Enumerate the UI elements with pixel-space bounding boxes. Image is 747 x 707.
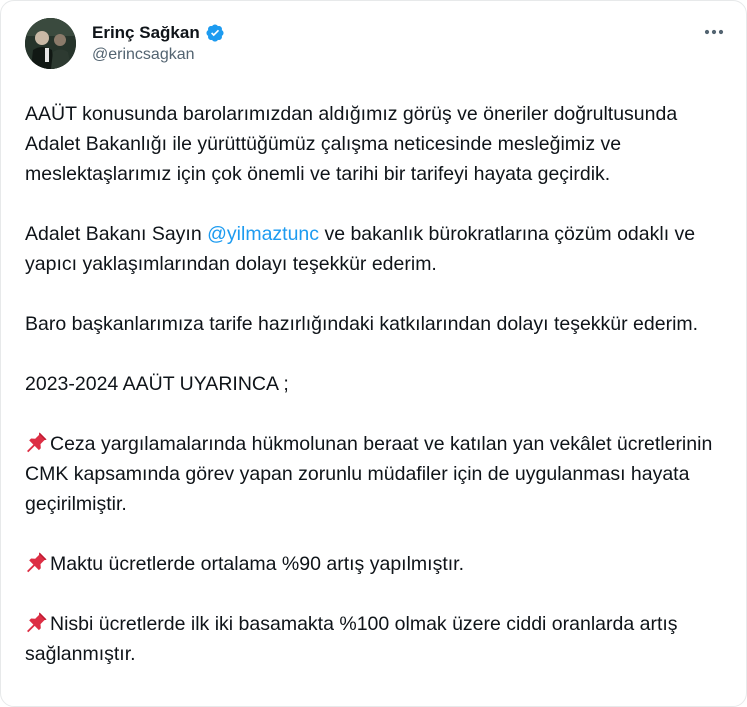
verified-badge-icon bbox=[205, 23, 225, 43]
author-info: Erinç Sağkan @erincsagkan bbox=[92, 22, 225, 64]
more-options-icon[interactable] bbox=[700, 22, 728, 42]
tweet-header: Erinç Sağkan @erincsagkan bbox=[25, 18, 732, 74]
avatar[interactable] bbox=[25, 18, 76, 69]
list-item: Maktu ücretlerde ortalama %90 artış yapı… bbox=[25, 549, 731, 579]
tweet-text: AAÜT konusunda barolarımızdan aldığımız … bbox=[25, 99, 731, 669]
handle[interactable]: @erincsagkan bbox=[92, 46, 225, 64]
list-item-text: Nisbi ücretlerde ilk iki basamakta %100 … bbox=[25, 613, 678, 665]
list-item-text: Maktu ücretlerde ortalama %90 artış yapı… bbox=[50, 553, 464, 575]
paragraph-heading: 2023-2024 AAÜT UYARINCA ; bbox=[25, 373, 289, 395]
paragraph-thanks-bars: Baro başkanlarımıza tarife hazırlığındak… bbox=[25, 313, 699, 335]
name-row: Erinç Sağkan bbox=[92, 22, 225, 44]
list-item: Nisbi ücretlerde ilk iki basamakta %100 … bbox=[25, 609, 731, 669]
list-item-text: Ceza yargılamalarında hükmolunan beraat … bbox=[25, 433, 713, 515]
pushpin-icon bbox=[25, 550, 49, 574]
mention-link[interactable]: @yilmaztunc bbox=[207, 223, 319, 245]
display-name[interactable]: Erinç Sağkan bbox=[92, 23, 200, 43]
paragraph-thanks-minister: Adalet Bakanı Sayın @yilmaztunc ve bakan… bbox=[25, 219, 731, 279]
paragraph-intro: AAÜT konusunda barolarımızdan aldığımız … bbox=[25, 103, 678, 185]
list-item: Ceza yargılamalarında hükmolunan beraat … bbox=[25, 429, 731, 519]
pushpin-icon bbox=[25, 610, 49, 634]
pushpin-icon bbox=[25, 430, 49, 454]
tweet-card: Erinç Sağkan @erincsagkan AAÜT konusunda… bbox=[0, 0, 747, 707]
avatar-image bbox=[25, 18, 76, 69]
text-segment: Adalet Bakanı Sayın bbox=[25, 223, 208, 245]
